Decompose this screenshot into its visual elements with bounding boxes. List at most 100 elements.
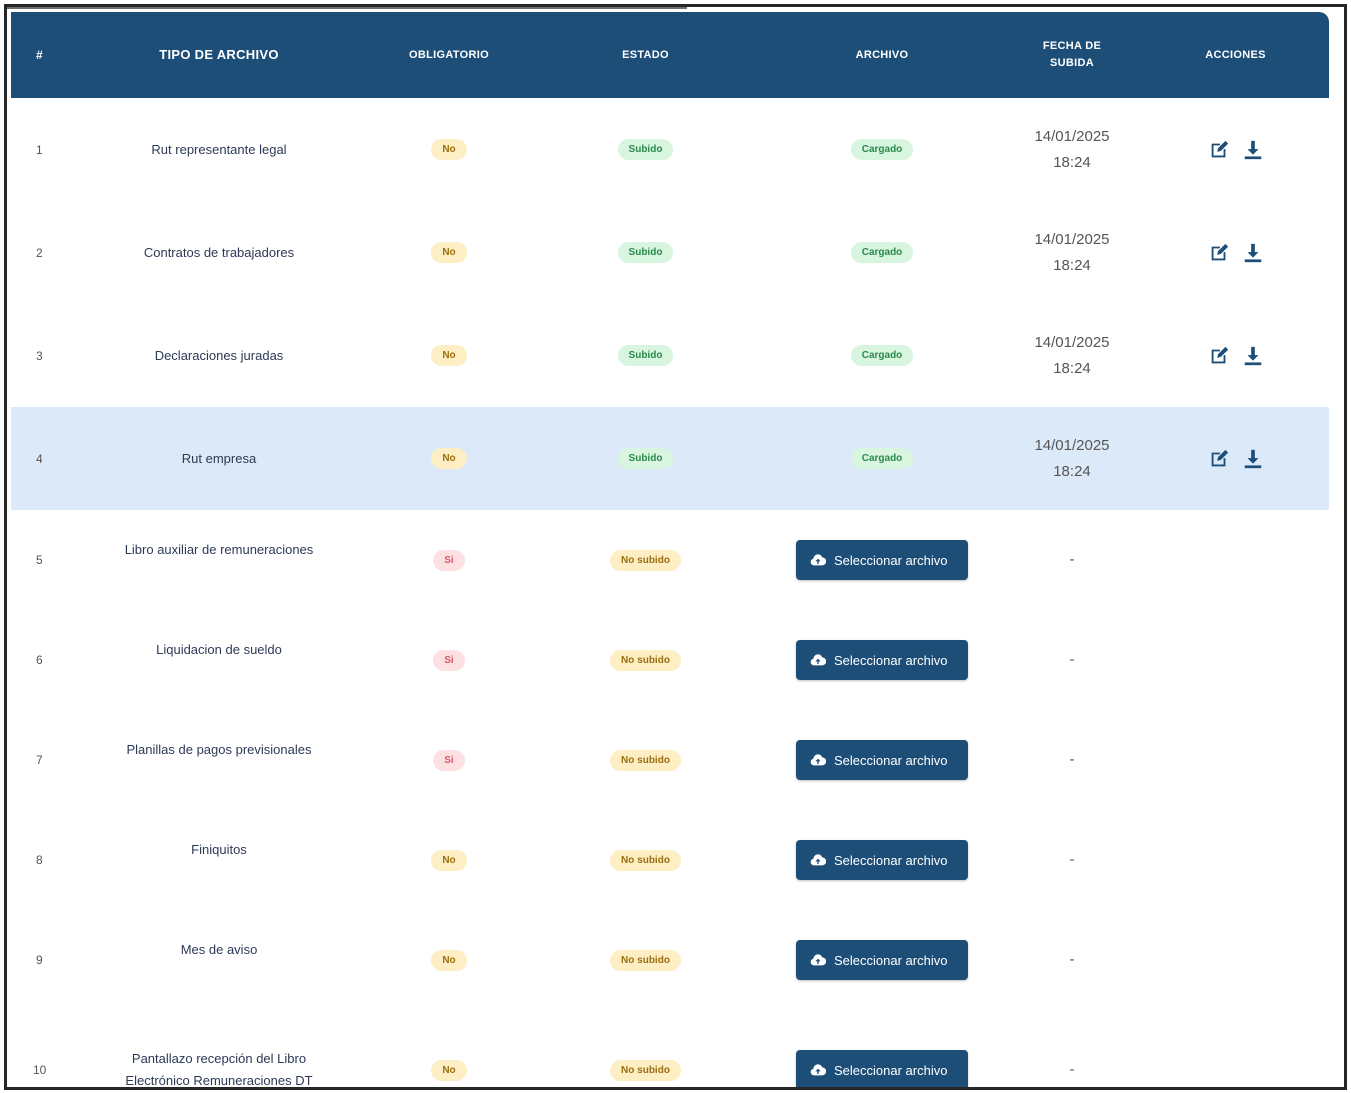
file-type: Finiquitos [191, 842, 247, 857]
download-icon[interactable] [1242, 345, 1264, 367]
row-number: 8 [36, 853, 43, 867]
select-file-button[interactable]: Seleccionar archivo [796, 640, 968, 680]
table-row: 1 Rut representante legal No Subido Carg… [11, 98, 1329, 201]
upload-date: - [1069, 851, 1075, 868]
file-loaded-badge: Cargado [850, 242, 914, 263]
cloud-upload-icon [810, 953, 826, 967]
col-header-obligatorio: OBLIGATORIO [409, 48, 489, 61]
file-type: Declaraciones juradas [154, 347, 284, 363]
download-icon[interactable] [1242, 242, 1264, 264]
upload-date: 14/01/2025 18:24 [1002, 330, 1142, 382]
upload-date: 14/01/2025 18:24 [1002, 433, 1142, 485]
mandatory-badge: No [431, 1059, 467, 1081]
table-row: 2 Contratos de trabajadores No Subido Ca… [11, 201, 1329, 304]
file-loaded-badge: Cargado [850, 345, 914, 366]
cloud-upload-icon [810, 553, 826, 567]
upload-date: 14/01/2025 18:24 [1002, 124, 1142, 176]
file-type: Contratos de trabajadores [143, 244, 295, 260]
documents-panel: # TIPO DE ARCHIVO OBLIGATORIO ESTADO ARC… [4, 4, 1347, 1090]
table-row: 10 Pantallazo recepción del Libro Electr… [11, 1010, 1329, 1088]
edit-icon[interactable] [1208, 139, 1230, 161]
upload-date-day: 14/01/2025 [1034, 333, 1110, 351]
edit-icon[interactable] [1208, 242, 1230, 264]
row-number: 3 [36, 348, 43, 363]
mandatory-badge: No [431, 949, 467, 971]
mandatory-badge: No [431, 242, 467, 263]
col-header-archivo: ARCHIVO [855, 48, 909, 61]
select-file-label: Seleccionar archivo [834, 552, 948, 568]
status-badge: No subido [610, 949, 681, 971]
row-number: 2 [36, 245, 43, 260]
cloud-upload-icon [810, 653, 826, 667]
file-loaded-badge: Cargado [850, 448, 914, 469]
status-badge: No subido [610, 749, 681, 771]
upload-date: 14/01/2025 18:24 [1002, 227, 1142, 279]
upload-date-time: 18:24 [1053, 462, 1091, 480]
col-header-acciones: ACCIONES [1205, 48, 1266, 61]
mandatory-badge: No [431, 448, 467, 469]
status-badge: Subido [617, 448, 674, 469]
upload-date-time: 18:24 [1053, 359, 1091, 377]
select-file-label: Seleccionar archivo [834, 752, 948, 768]
file-type: Pantallazo recepción del Libro Electróni… [69, 1048, 369, 1088]
col-header-num: # [36, 47, 43, 62]
status-badge: No subido [610, 1059, 681, 1081]
table-row: 3 Declaraciones juradas No Subido Cargad… [11, 304, 1329, 407]
select-file-label: Seleccionar archivo [834, 652, 948, 668]
cloud-upload-icon [810, 1063, 826, 1077]
mandatory-badge: No [431, 139, 467, 160]
upload-date: - [1069, 651, 1075, 668]
status-badge: Subido [617, 345, 674, 366]
col-header-tipo: TIPO DE ARCHIVO [159, 47, 279, 62]
file-type: Liquidacion de sueldo [156, 642, 282, 657]
upload-date-time: 18:24 [1053, 256, 1091, 274]
row-number: 1 [36, 142, 43, 157]
file-type-line2: Electrónico Remuneraciones DT [125, 1073, 313, 1088]
upload-date: - [1069, 1061, 1075, 1078]
edit-icon[interactable] [1208, 448, 1230, 470]
row-number: 6 [36, 653, 43, 667]
table-row: 5 Libro auxiliar de remuneraciones Si No… [11, 510, 1329, 610]
status-badge: No subido [610, 549, 681, 571]
table-row: 6 Liquidacion de sueldo Si No subido Sel… [11, 610, 1329, 710]
select-file-button[interactable]: Seleccionar archivo [796, 840, 968, 880]
file-type: Mes de aviso [180, 942, 258, 957]
col-header-estado: ESTADO [622, 48, 669, 61]
row-number: 9 [36, 953, 43, 967]
upload-date: - [1069, 951, 1075, 968]
select-file-label: Seleccionar archivo [834, 952, 948, 968]
mandatory-badge: No [431, 849, 467, 871]
col-header-fecha: FECHA DE SUBIDA [1002, 38, 1142, 72]
status-badge: Subido [617, 139, 674, 160]
select-file-label: Seleccionar archivo [834, 852, 948, 868]
upload-date-day: 14/01/2025 [1034, 127, 1110, 145]
file-type: Libro auxiliar de remuneraciones [124, 542, 314, 557]
table-row: 4 Rut empresa No Subido Cargado 14/01/20… [11, 407, 1329, 510]
select-file-button[interactable]: Seleccionar archivo [796, 940, 968, 980]
table-header: # TIPO DE ARCHIVO OBLIGATORIO ESTADO ARC… [11, 12, 1329, 98]
cloud-upload-icon [810, 753, 826, 767]
documents-table: # TIPO DE ARCHIVO OBLIGATORIO ESTADO ARC… [11, 12, 1329, 1088]
select-file-button[interactable]: Seleccionar archivo [796, 1050, 968, 1087]
file-type: Planillas de pagos previsionales [126, 742, 312, 757]
file-type: Rut empresa [181, 450, 257, 466]
table-row: 9 Mes de aviso No No subido Seleccionar … [11, 910, 1329, 1010]
file-type-line1: Pantallazo recepción del Libro [131, 1051, 307, 1066]
download-icon[interactable] [1242, 448, 1264, 470]
mandatory-badge: Si [433, 549, 465, 571]
row-number: 10 [33, 1063, 47, 1077]
upload-date: - [1069, 551, 1075, 568]
table-row: 8 Finiquitos No No subido Seleccionar ar… [11, 810, 1329, 910]
upload-date-day: 14/01/2025 [1034, 436, 1110, 454]
status-badge: No subido [610, 649, 681, 671]
upload-date: - [1069, 751, 1075, 768]
edit-icon[interactable] [1208, 345, 1230, 367]
select-file-button[interactable]: Seleccionar archivo [796, 540, 968, 580]
file-type: Rut representante legal [151, 141, 287, 157]
select-file-button[interactable]: Seleccionar archivo [796, 740, 968, 780]
row-number: 7 [36, 753, 43, 767]
mandatory-badge: Si [433, 749, 465, 771]
status-badge: No subido [610, 849, 681, 871]
col-header-fecha-line1: FECHA DE [1042, 40, 1102, 52]
download-icon[interactable] [1242, 139, 1264, 161]
